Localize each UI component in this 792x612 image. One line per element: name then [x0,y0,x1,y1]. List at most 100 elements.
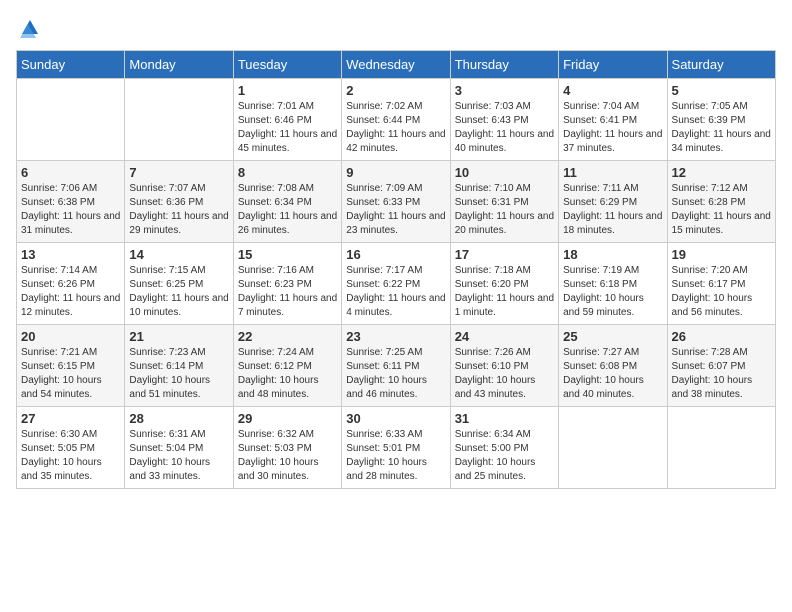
day-info: Sunrise: 7:28 AM Sunset: 6:07 PM Dayligh… [672,346,771,402]
day-info: Sunrise: 7:21 AM Sunset: 6:15 PM Dayligh… [21,346,120,402]
calendar-cell: 10 Sunrise: 7:10 AM Sunset: 6:31 PM Dayli… [450,161,558,243]
day-number: 19 [672,247,771,262]
day-number: 25 [563,329,662,344]
day-number: 8 [238,165,337,180]
day-number: 12 [672,165,771,180]
day-info: Sunrise: 7:19 AM Sunset: 6:18 PM Dayligh… [563,264,662,320]
calendar-cell: 2Sunrise: 7:02 AM Sunset: 6:44 PM Daylig… [342,79,450,161]
calendar-cell: 6 Sunrise: 7:06 AM Sunset: 6:38 PM Daylig… [17,161,125,243]
day-number: 6 [21,165,120,180]
day-info: Sunrise: 7:18 AM Sunset: 6:20 PM Dayligh… [455,264,554,320]
calendar-week-row: 20 Sunrise: 7:21 AM Sunset: 6:15 PM Dayli… [17,325,776,407]
day-number: 20 [21,329,120,344]
day-number: 16 [346,247,445,262]
calendar-cell: 4 Sunrise: 7:04 AM Sunset: 6:41 PM Daylig… [559,79,667,161]
day-info: Sunrise: 6:30 AM Sunset: 5:05 PM Dayligh… [21,428,120,484]
day-info: Sunrise: 7:26 AM Sunset: 6:10 PM Dayligh… [455,346,554,402]
calendar-cell: 18 Sunrise: 7:19 AM Sunset: 6:18 PM Dayli… [559,243,667,325]
day-number: 17 [455,247,554,262]
calendar-cell: 5Sunrise: 7:05 AM Sunset: 6:39 PM Daylig… [667,79,775,161]
page-header [16,16,776,40]
day-info: Sunrise: 7:03 AM Sunset: 6:43 PM Dayligh… [455,100,554,156]
calendar-cell: 13 Sunrise: 7:14 AM Sunset: 6:26 PM Dayli… [17,243,125,325]
day-info: Sunrise: 7:10 AM Sunset: 6:31 PM Dayligh… [455,182,554,238]
day-info: Sunrise: 7:08 AM Sunset: 6:34 PM Dayligh… [238,182,337,238]
calendar-table: SundayMondayTuesdayWednesdayThursdayFrid… [16,50,776,489]
day-number: 15 [238,247,337,262]
day-info: Sunrise: 7:16 AM Sunset: 6:23 PM Dayligh… [238,264,337,320]
calendar-header-row: SundayMondayTuesdayWednesdayThursdayFrid… [17,51,776,79]
day-number: 7 [129,165,228,180]
day-number: 28 [129,411,228,426]
day-number: 4 [563,83,662,98]
calendar-cell: 28 Sunrise: 6:31 AM Sunset: 5:04 PM Dayli… [125,407,233,489]
day-number: 3 [455,83,554,98]
calendar-cell: 9 Sunrise: 7:09 AM Sunset: 6:33 PM Daylig… [342,161,450,243]
day-number: 21 [129,329,228,344]
day-number: 23 [346,329,445,344]
calendar-cell: 15 Sunrise: 7:16 AM Sunset: 6:23 PM Dayli… [233,243,341,325]
weekday-header: Sunday [17,51,125,79]
calendar-cell: 31 Sunrise: 6:34 AM Sunset: 5:00 PM Dayli… [450,407,558,489]
day-number: 11 [563,165,662,180]
day-info: Sunrise: 6:32 AM Sunset: 5:03 PM Dayligh… [238,428,337,484]
day-number: 9 [346,165,445,180]
day-info: Sunrise: 7:04 AM Sunset: 6:41 PM Dayligh… [563,100,662,156]
day-info: Sunrise: 7:01 AM Sunset: 6:46 PM Dayligh… [238,100,337,156]
day-number: 18 [563,247,662,262]
day-number: 22 [238,329,337,344]
day-info: Sunrise: 7:02 AM Sunset: 6:44 PM Dayligh… [346,100,445,156]
calendar-cell: 20 Sunrise: 7:21 AM Sunset: 6:15 PM Dayli… [17,325,125,407]
calendar-cell: 22Sunrise: 7:24 AM Sunset: 6:12 PM Dayli… [233,325,341,407]
weekday-header: Monday [125,51,233,79]
calendar-cell: 23 Sunrise: 7:25 AM Sunset: 6:11 PM Dayli… [342,325,450,407]
day-info: Sunrise: 7:23 AM Sunset: 6:14 PM Dayligh… [129,346,228,402]
weekday-header: Wednesday [342,51,450,79]
day-number: 13 [21,247,120,262]
day-info: Sunrise: 7:09 AM Sunset: 6:33 PM Dayligh… [346,182,445,238]
day-info: Sunrise: 7:20 AM Sunset: 6:17 PM Dayligh… [672,264,771,320]
calendar-cell: 14Sunrise: 7:15 AM Sunset: 6:25 PM Dayli… [125,243,233,325]
calendar-cell: 12 Sunrise: 7:12 AM Sunset: 6:28 PM Dayli… [667,161,775,243]
weekday-header: Saturday [667,51,775,79]
day-info: Sunrise: 7:06 AM Sunset: 6:38 PM Dayligh… [21,182,120,238]
day-number: 31 [455,411,554,426]
day-info: Sunrise: 7:15 AM Sunset: 6:25 PM Dayligh… [129,264,228,320]
day-info: Sunrise: 7:11 AM Sunset: 6:29 PM Dayligh… [563,182,662,238]
calendar-week-row: 1Sunrise: 7:01 AM Sunset: 6:46 PM Daylig… [17,79,776,161]
day-number: 5 [672,83,771,98]
calendar-cell: 11 Sunrise: 7:11 AM Sunset: 6:29 PM Dayli… [559,161,667,243]
day-number: 27 [21,411,120,426]
calendar-cell: 21 Sunrise: 7:23 AM Sunset: 6:14 PM Dayli… [125,325,233,407]
calendar-cell: 27 Sunrise: 6:30 AM Sunset: 5:05 PM Dayli… [17,407,125,489]
calendar-cell: 17 Sunrise: 7:18 AM Sunset: 6:20 PM Dayli… [450,243,558,325]
day-number: 24 [455,329,554,344]
day-info: Sunrise: 7:27 AM Sunset: 6:08 PM Dayligh… [563,346,662,402]
calendar-cell: 1Sunrise: 7:01 AM Sunset: 6:46 PM Daylig… [233,79,341,161]
day-number: 29 [238,411,337,426]
calendar-cell: 29 Sunrise: 6:32 AM Sunset: 5:03 PM Dayli… [233,407,341,489]
day-info: Sunrise: 7:17 AM Sunset: 6:22 PM Dayligh… [346,264,445,320]
calendar-cell: 24 Sunrise: 7:26 AM Sunset: 6:10 PM Dayli… [450,325,558,407]
logo [16,16,42,40]
day-info: Sunrise: 7:12 AM Sunset: 6:28 PM Dayligh… [672,182,771,238]
calendar-week-row: 13 Sunrise: 7:14 AM Sunset: 6:26 PM Dayli… [17,243,776,325]
calendar-cell: 3 Sunrise: 7:03 AM Sunset: 6:43 PM Daylig… [450,79,558,161]
calendar-cell: 8 Sunrise: 7:08 AM Sunset: 6:34 PM Daylig… [233,161,341,243]
day-info: Sunrise: 7:07 AM Sunset: 6:36 PM Dayligh… [129,182,228,238]
day-number: 30 [346,411,445,426]
calendar-cell [125,79,233,161]
calendar-cell: 16 Sunrise: 7:17 AM Sunset: 6:22 PM Dayli… [342,243,450,325]
calendar-cell: 19 Sunrise: 7:20 AM Sunset: 6:17 PM Dayli… [667,243,775,325]
weekday-header: Tuesday [233,51,341,79]
calendar-week-row: 6 Sunrise: 7:06 AM Sunset: 6:38 PM Daylig… [17,161,776,243]
calendar-cell [667,407,775,489]
day-number: 26 [672,329,771,344]
day-info: Sunrise: 6:31 AM Sunset: 5:04 PM Dayligh… [129,428,228,484]
day-info: Sunrise: 7:14 AM Sunset: 6:26 PM Dayligh… [21,264,120,320]
calendar-cell [559,407,667,489]
day-number: 10 [455,165,554,180]
day-info: Sunrise: 7:25 AM Sunset: 6:11 PM Dayligh… [346,346,445,402]
day-info: Sunrise: 6:34 AM Sunset: 5:00 PM Dayligh… [455,428,554,484]
logo-icon [18,16,42,40]
